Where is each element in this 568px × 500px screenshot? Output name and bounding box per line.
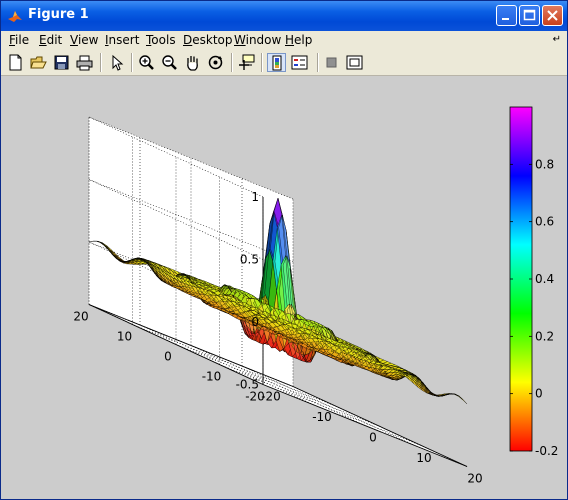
close-button[interactable] xyxy=(542,5,563,26)
pan-hand-icon[interactable] xyxy=(183,53,202,72)
tick-label: 0 xyxy=(369,431,377,445)
new-figure-icon[interactable] xyxy=(6,53,25,72)
menu-insert[interactable]: Insert xyxy=(105,33,139,47)
figure-toolbar xyxy=(1,50,567,76)
tick-label: 10 xyxy=(416,451,431,465)
legend-toggle-icon[interactable] xyxy=(290,53,309,72)
toolbar-separator xyxy=(131,53,133,72)
axis-line xyxy=(262,384,468,467)
colorbar-gradient xyxy=(509,106,533,452)
colorbar-tick-label: 0.2 xyxy=(535,329,554,343)
toolbar-separator xyxy=(231,53,233,72)
dock-arrow-icon[interactable]: ↵ xyxy=(553,34,561,45)
tick-label: 0 xyxy=(164,350,172,364)
menu-view[interactable]: View xyxy=(70,33,98,47)
print-icon[interactable] xyxy=(75,53,94,72)
data-cursor-icon[interactable] xyxy=(237,53,256,72)
colorbar-tick-label: -0.2 xyxy=(535,444,558,458)
colorbar-tick-label: 0 xyxy=(535,387,543,401)
tick-label: -10 xyxy=(202,370,222,384)
colorbar-tick-label: 0.6 xyxy=(535,215,554,229)
minimize-button[interactable] xyxy=(496,5,517,26)
tick-label: 20 xyxy=(73,310,88,324)
surface-patch xyxy=(458,395,468,405)
tick-label: 1 xyxy=(251,190,259,204)
tick-label: 0 xyxy=(251,315,259,329)
maximize-button[interactable] xyxy=(519,5,540,26)
menu-tools[interactable]: Tools xyxy=(146,33,176,47)
zoom-out-icon[interactable] xyxy=(160,53,179,72)
menu-window[interactable]: Window xyxy=(234,33,281,47)
menu-desktop[interactable]: Desktop xyxy=(183,33,233,47)
menu-edit[interactable]: Edit xyxy=(39,33,62,47)
minimize-icon xyxy=(502,18,509,20)
colorbar-tick-label: 0.4 xyxy=(535,272,554,286)
open-file-icon[interactable] xyxy=(29,53,48,72)
colorbar-tick-label: 0.8 xyxy=(535,157,554,171)
surface-plot[interactable]: -0.500.51-20-1001020-20-1001020 -0.200.2… xyxy=(1,76,567,499)
rotate-3d-icon[interactable] xyxy=(206,53,225,72)
show-plot-tools-icon[interactable] xyxy=(345,53,364,72)
tick-label: 10 xyxy=(117,330,132,344)
figure-canvas[interactable]: -0.5 0 0.5 1 -20 -10 0 10 20 -20 -10 0 10 20 -0.2 0 0.2… xyxy=(1,76,567,499)
zoom-in-icon[interactable] xyxy=(137,53,156,72)
close-icon xyxy=(547,10,558,21)
colorbar-toggle-icon[interactable] xyxy=(267,53,286,72)
figure-window: Figure 1 File Edit View Insert Tools Des… xyxy=(0,0,568,500)
tick-label: -10 xyxy=(312,410,332,424)
edit-plot-arrow-icon[interactable] xyxy=(107,53,126,72)
matlab-logo-icon xyxy=(8,11,22,22)
tick-label: 0.5 xyxy=(240,253,259,267)
tick-label: 20 xyxy=(467,472,482,486)
window-title: Figure 1 xyxy=(28,7,89,22)
save-icon[interactable] xyxy=(52,53,71,72)
tick-label: -20 xyxy=(245,390,265,404)
toolbar-separator xyxy=(317,53,319,72)
toolbar-separator xyxy=(100,53,102,72)
menu-bar: File Edit View Insert Tools Desktop Wind… xyxy=(1,31,567,50)
hide-plot-tools-icon[interactable] xyxy=(322,53,341,72)
axis-line xyxy=(292,386,468,467)
menu-help[interactable]: Help xyxy=(285,33,312,47)
maximize-icon xyxy=(523,9,536,21)
colorbar[interactable]: -0.2 0 0.2 0.4 0.6 0.8 xyxy=(509,106,558,458)
menu-file[interactable]: File xyxy=(9,33,29,47)
surface-patch xyxy=(454,393,463,400)
toolbar-separator xyxy=(261,53,263,72)
title-bar[interactable]: Figure 1 xyxy=(1,1,567,31)
